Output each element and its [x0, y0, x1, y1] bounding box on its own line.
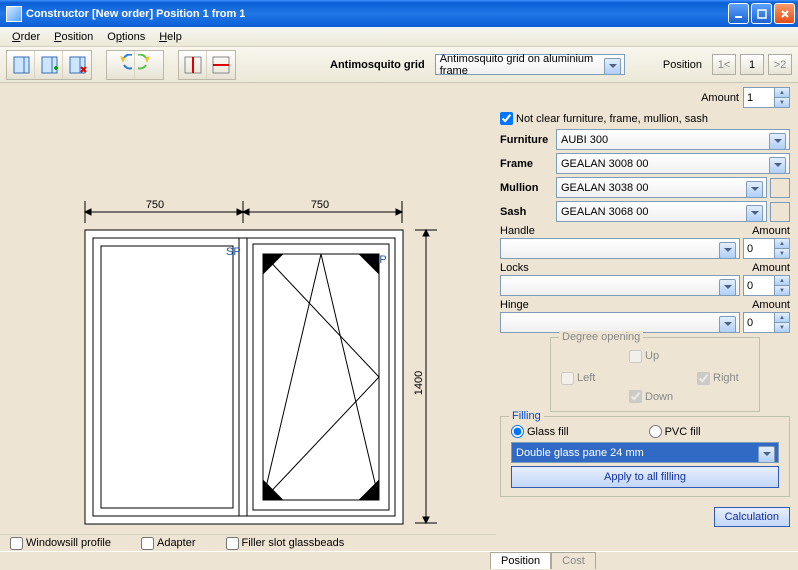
dim-height: 1400 [413, 371, 425, 395]
app-icon [6, 6, 22, 22]
bottom-options: Windowsill profile Adapter Filler slot g… [0, 534, 496, 551]
title-bar: Constructor [New order] Position 1 from … [0, 0, 798, 27]
spin-down-icon[interactable]: ▼ [774, 98, 789, 107]
mullion-label: Mullion [500, 182, 556, 194]
apply-filling-button[interactable]: Apply to all filling [511, 466, 779, 488]
tab-position[interactable]: Position [490, 552, 551, 569]
menu-help[interactable]: Help [153, 30, 188, 44]
tool-group-split [178, 50, 236, 80]
toolbar: Antimosquito grid Antimosquito grid on a… [0, 47, 798, 83]
antimosquito-select[interactable]: Antimosquito grid on aluminium frame [435, 54, 625, 75]
glass-fill-radio[interactable]: Glass fill [511, 425, 569, 438]
close-button[interactable] [774, 3, 795, 24]
degree-right [697, 372, 710, 385]
locks-select[interactable] [500, 275, 740, 296]
position-nav-label: Position [663, 59, 702, 71]
window-buttons [728, 3, 795, 24]
tool-group-arrows [106, 50, 164, 80]
amount-spinner[interactable]: ▲▼ [743, 87, 790, 108]
menu-position[interactable]: Position [48, 30, 99, 44]
dim-right: 750 [311, 199, 329, 211]
window-drawing[interactable]: 750 750 1400 SP SP [0, 83, 494, 528]
hinge-label: Hinge [500, 299, 529, 311]
furniture-select[interactable]: AUBI 300 [556, 129, 790, 150]
pvc-fill-radio[interactable]: PVC fill [649, 425, 701, 438]
degree-left [561, 372, 574, 385]
menu-order[interactable]: Order [6, 30, 46, 44]
tool-window-add-icon[interactable] [35, 51, 63, 79]
filler-check[interactable]: Filler slot glassbeads [226, 537, 345, 550]
main-area: 750 750 1400 SP SP [0, 83, 798, 551]
window-title: Constructor [New order] Position 1 from … [26, 8, 728, 20]
mullion-select[interactable]: GEALAN 3038 00 [556, 177, 767, 198]
handle-label: Handle [500, 225, 535, 237]
adapter-check[interactable]: Adapter [141, 537, 196, 550]
spin-up-icon[interactable]: ▲ [774, 88, 789, 98]
windowsill-check[interactable]: Windowsill profile [10, 537, 111, 550]
locks-label: Locks [500, 262, 529, 274]
degree-up [629, 350, 642, 363]
notclear-check[interactable]: Not clear furniture, frame, mullion, sas… [500, 112, 790, 125]
tool-split-horizontal-icon[interactable] [207, 51, 235, 79]
status-bar: Position Cost [0, 551, 798, 570]
tool-group-window [6, 50, 92, 80]
menu-options[interactable]: Options [101, 30, 151, 44]
sash-select[interactable]: GEALAN 3068 00 [556, 201, 767, 222]
frame-select[interactable]: GEALAN 3008 00 [556, 153, 790, 174]
menu-bar: Order Position Options Help [0, 27, 798, 47]
calculation-button[interactable]: Calculation [714, 507, 790, 527]
furniture-label: Furniture [500, 134, 556, 146]
locks-amount[interactable]: ▲▼ [743, 275, 790, 296]
properties-panel: Amount ▲▼ Not clear furniture, frame, mu… [496, 83, 798, 551]
tool-window-icon[interactable] [7, 51, 35, 79]
tool-window-remove-icon[interactable] [63, 51, 91, 79]
position-next-button[interactable]: >2 [768, 54, 792, 75]
hinge-select[interactable] [500, 312, 740, 333]
degree-fieldset: Degree opening Up Left Right Down [550, 337, 760, 412]
drawing-panel: 750 750 1400 SP SP [0, 83, 496, 551]
amount-label: Amount [701, 92, 739, 104]
maximize-button[interactable] [751, 3, 772, 24]
degree-down [629, 390, 642, 403]
position-current: 1 [740, 54, 764, 75]
sash-color[interactable] [770, 202, 790, 222]
sp-left: SP [226, 246, 241, 258]
handle-amount[interactable]: ▲▼ [743, 238, 790, 259]
dim-left: 750 [146, 199, 164, 211]
sash-label: Sash [500, 206, 556, 218]
handle-select[interactable] [500, 238, 740, 259]
tool-split-vertical-icon[interactable] [179, 51, 207, 79]
position-prev-button[interactable]: 1< [712, 54, 736, 75]
hinge-amount[interactable]: ▲▼ [743, 312, 790, 333]
filling-select[interactable]: Double glass pane 24 mm [511, 442, 779, 463]
tool-arrow-left-icon[interactable] [107, 51, 135, 79]
frame-label: Frame [500, 158, 556, 170]
mullion-color[interactable] [770, 178, 790, 198]
minimize-button[interactable] [728, 3, 749, 24]
filling-fieldset: Filling Glass fill PVC fill Double glass… [500, 416, 790, 497]
tool-arrow-right-icon[interactable] [135, 51, 163, 79]
tab-cost[interactable]: Cost [551, 552, 596, 569]
antimosquito-label: Antimosquito grid [330, 59, 425, 71]
